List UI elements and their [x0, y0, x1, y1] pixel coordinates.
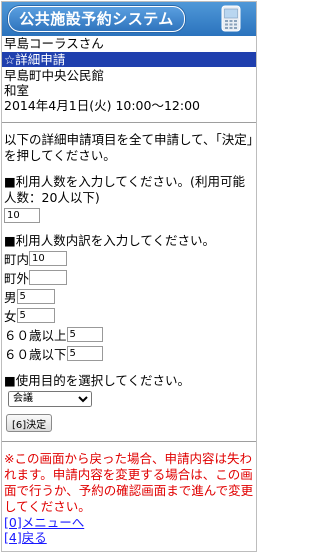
- breakdown-row-age-60-over: ６０歳以上: [2, 325, 256, 344]
- app-title: 公共施設予約システム: [8, 6, 185, 32]
- breakdown-row-male: 男: [2, 287, 256, 306]
- breakdown-row-label: 町外: [4, 271, 30, 286]
- header-bar: 公共施設予約システム: [2, 2, 256, 36]
- female-input[interactable]: [16, 308, 55, 323]
- warning-text: ※この画面から戻った場合、申請内容は失われます。申請内容を変更する場合は、この画…: [4, 451, 254, 514]
- nav-links: [0]メニューへ [4]戻る: [2, 515, 256, 545]
- age-60-over-input[interactable]: [66, 327, 103, 342]
- breakdown-row-label: 町内: [4, 252, 30, 267]
- count-label: ■利用人数を入力してください。(利用可能人数：20人以下): [4, 174, 245, 205]
- breakdown-row-out-of-town: 町外: [2, 268, 256, 287]
- purpose-label: ■使用目的を選択してください。: [4, 373, 191, 388]
- breakdown-row-label: ６０歳以下: [4, 347, 67, 362]
- breakdown-row-label: 女: [4, 309, 17, 324]
- facility-name: 早島町中央公民館: [4, 68, 105, 83]
- in-town-input[interactable]: [29, 251, 68, 266]
- male-input[interactable]: [16, 289, 55, 304]
- back-link[interactable]: [4]戻る: [4, 530, 47, 545]
- submit-button[interactable]: [6]決定: [6, 414, 53, 432]
- out-of-town-input[interactable]: [29, 270, 68, 285]
- count-input[interactable]: [4, 208, 40, 223]
- mobile-page: 公共施設予約システム 早島コーラスさん ☆詳細申請 早島町中央公民館 和室 20…: [1, 1, 257, 552]
- breakdown-row-age-60-under: ６０歳以下: [2, 344, 256, 363]
- instruction-text: 以下の詳細申請項目を全て申請して、「決定」を押してください。: [4, 132, 254, 163]
- age-60-under-input[interactable]: [66, 346, 103, 361]
- breakdown-row-in-town: 町内: [2, 249, 256, 268]
- mobile-phone-icon: [221, 5, 241, 32]
- room-name: 和室: [4, 83, 30, 98]
- user-greeting: 早島コーラスさん: [4, 36, 104, 51]
- reservation-datetime: 2014年4月1日(火) 10:00～12:00: [4, 98, 200, 113]
- breakdown-label: ■利用人数内訳を入力してください。: [4, 233, 216, 248]
- breakdown-row-label: ６０歳以上: [4, 328, 67, 343]
- count-row: [2, 206, 256, 225]
- breakdown-row-label: 男: [4, 290, 17, 305]
- purpose-row: 会議: [2, 389, 256, 408]
- section-title: ☆詳細申請: [2, 52, 256, 67]
- divider: [2, 441, 256, 442]
- purpose-select[interactable]: 会議: [8, 390, 92, 407]
- menu-link[interactable]: [0]メニューへ: [4, 515, 84, 530]
- divider: [2, 122, 256, 123]
- breakdown-row-female: 女: [2, 306, 256, 325]
